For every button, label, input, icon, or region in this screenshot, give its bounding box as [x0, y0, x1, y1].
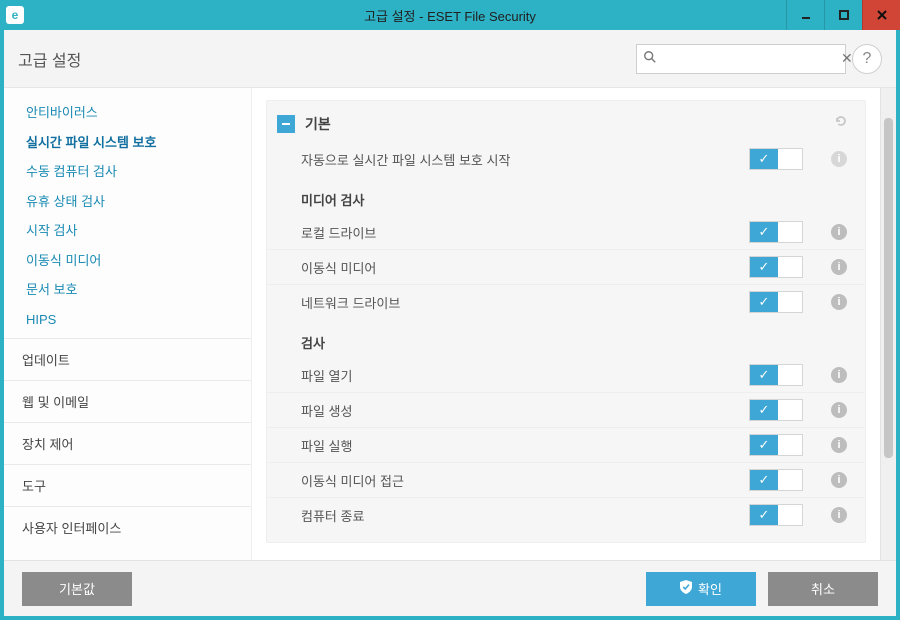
- check-icon: ✓: [750, 257, 778, 277]
- setting-row-local-drives: 로컬 드라이브 ✓ i: [267, 215, 865, 249]
- setting-row-removable-media: 이동식 미디어 ✓ i: [267, 249, 865, 284]
- window-title: 고급 설정 - ESET File Security: [0, 6, 900, 25]
- toggle-file-open[interactable]: ✓: [749, 364, 803, 386]
- sidebar-category-user-interface[interactable]: 사용자 인터페이스: [4, 506, 251, 548]
- setting-label: 이동식 미디어 접근: [301, 471, 749, 490]
- setting-row-file-open: 파일 열기 ✓ i: [267, 358, 865, 392]
- cancel-button[interactable]: 취소: [768, 572, 878, 606]
- setting-label: 로컬 드라이브: [301, 223, 749, 242]
- toggle-network-drives[interactable]: ✓: [749, 291, 803, 313]
- section-title-scan: 검사: [267, 319, 865, 358]
- setting-label: 파일 실행: [301, 436, 749, 455]
- check-icon: ✓: [750, 222, 778, 242]
- sidebar-item-antivirus[interactable]: 안티바이러스: [4, 98, 251, 128]
- info-icon[interactable]: i: [831, 402, 847, 418]
- info-icon[interactable]: i: [831, 224, 847, 240]
- search-icon: [643, 50, 657, 67]
- setting-row-autostart: 자동으로 실시간 파일 시스템 보호 시작 ✓ i: [267, 142, 865, 176]
- app-icon: e: [6, 6, 24, 24]
- close-button[interactable]: [862, 0, 900, 30]
- button-label: 확인: [698, 579, 722, 598]
- button-label: 기본값: [59, 579, 95, 598]
- check-icon: ✓: [750, 505, 778, 525]
- maximize-icon: [839, 10, 849, 20]
- info-icon[interactable]: i: [831, 151, 847, 167]
- clear-search-icon[interactable]: ✕: [841, 50, 853, 67]
- group-header-basic: 기본: [267, 105, 865, 142]
- button-label: 취소: [811, 579, 835, 598]
- toggle-file-create[interactable]: ✓: [749, 399, 803, 421]
- check-icon: ✓: [750, 470, 778, 490]
- section-title-media-scan: 미디어 검사: [267, 176, 865, 215]
- minimize-icon: [801, 10, 811, 20]
- sidebar-nav-group: 안티바이러스 실시간 파일 시스템 보호 수동 컴퓨터 검사 유휴 상태 검사 …: [4, 94, 251, 338]
- content-panel: 기본 자동으로 실시간 파일 시스템 보호 시작 ✓ i 미디어 검사: [252, 88, 880, 560]
- close-icon: [877, 10, 887, 20]
- check-icon: ✓: [750, 292, 778, 312]
- search-box[interactable]: ✕: [636, 44, 846, 74]
- setting-label: 자동으로 실시간 파일 시스템 보호 시작: [301, 150, 749, 169]
- check-icon: ✓: [750, 435, 778, 455]
- minus-icon: [281, 119, 291, 129]
- setting-row-file-execute: 파일 실행 ✓ i: [267, 427, 865, 462]
- sidebar-item-idle-scan[interactable]: 유휴 상태 검사: [4, 187, 251, 217]
- setting-label: 네트워크 드라이브: [301, 293, 749, 312]
- collapse-button[interactable]: [277, 115, 295, 133]
- info-icon[interactable]: i: [831, 367, 847, 383]
- help-icon: ?: [863, 50, 872, 68]
- info-icon[interactable]: i: [831, 259, 847, 275]
- shield-icon: [680, 580, 692, 597]
- toggle-removable-media[interactable]: ✓: [749, 256, 803, 278]
- sidebar: 안티바이러스 실시간 파일 시스템 보호 수동 컴퓨터 검사 유휴 상태 검사 …: [4, 88, 252, 560]
- sidebar-item-startup-scan[interactable]: 시작 검사: [4, 216, 251, 246]
- info-icon[interactable]: i: [831, 294, 847, 310]
- undo-icon: [833, 113, 849, 129]
- sidebar-category-device-control[interactable]: 장치 제어: [4, 422, 251, 464]
- check-icon: ✓: [750, 400, 778, 420]
- scrollbar-thumb[interactable]: [884, 118, 893, 458]
- setting-label: 파일 생성: [301, 401, 749, 420]
- sidebar-category-tools[interactable]: 도구: [4, 464, 251, 506]
- sidebar-item-document-protection[interactable]: 문서 보호: [4, 275, 251, 305]
- ok-button[interactable]: 확인: [646, 572, 756, 606]
- info-icon[interactable]: i: [831, 437, 847, 453]
- sidebar-category-update[interactable]: 업데이트: [4, 338, 251, 380]
- help-button[interactable]: ?: [852, 44, 882, 74]
- setting-label: 이동식 미디어: [301, 258, 749, 277]
- scrollbar[interactable]: [880, 88, 896, 560]
- footer: 기본값 확인 취소: [4, 560, 896, 616]
- check-icon: ✓: [750, 365, 778, 385]
- setting-label: 파일 열기: [301, 366, 749, 385]
- group-title: 기본: [305, 114, 331, 134]
- defaults-button[interactable]: 기본값: [22, 572, 132, 606]
- toggle-file-execute[interactable]: ✓: [749, 434, 803, 456]
- info-icon[interactable]: i: [831, 507, 847, 523]
- toggle-computer-shutdown[interactable]: ✓: [749, 504, 803, 526]
- sidebar-item-hips[interactable]: HIPS: [4, 305, 251, 335]
- page-title: 고급 설정: [18, 47, 81, 71]
- title-bar: e 고급 설정 - ESET File Security: [0, 0, 900, 30]
- toggle-autostart[interactable]: ✓: [749, 148, 803, 170]
- sidebar-item-realtime-protection[interactable]: 실시간 파일 시스템 보호: [4, 128, 251, 158]
- sidebar-item-manual-scan[interactable]: 수동 컴퓨터 검사: [4, 157, 251, 187]
- window-controls: [786, 0, 900, 30]
- setting-row-computer-shutdown: 컴퓨터 종료 ✓ i: [267, 497, 865, 532]
- toggle-removable-access[interactable]: ✓: [749, 469, 803, 491]
- check-icon: ✓: [750, 149, 778, 169]
- reset-group-button[interactable]: [833, 113, 849, 134]
- setting-row-network-drives: 네트워크 드라이브 ✓ i: [267, 284, 865, 319]
- setting-label: 컴퓨터 종료: [301, 506, 749, 525]
- toggle-local-drives[interactable]: ✓: [749, 221, 803, 243]
- search-input[interactable]: [657, 51, 841, 66]
- setting-row-file-create: 파일 생성 ✓ i: [267, 392, 865, 427]
- header: 고급 설정 ✕ ?: [4, 30, 896, 88]
- minimize-button[interactable]: [786, 0, 824, 30]
- sidebar-category-web-email[interactable]: 웹 및 이메일: [4, 380, 251, 422]
- info-icon[interactable]: i: [831, 472, 847, 488]
- maximize-button[interactable]: [824, 0, 862, 30]
- sidebar-item-removable-media[interactable]: 이동식 미디어: [4, 246, 251, 276]
- setting-row-removable-access: 이동식 미디어 접근 ✓ i: [267, 462, 865, 497]
